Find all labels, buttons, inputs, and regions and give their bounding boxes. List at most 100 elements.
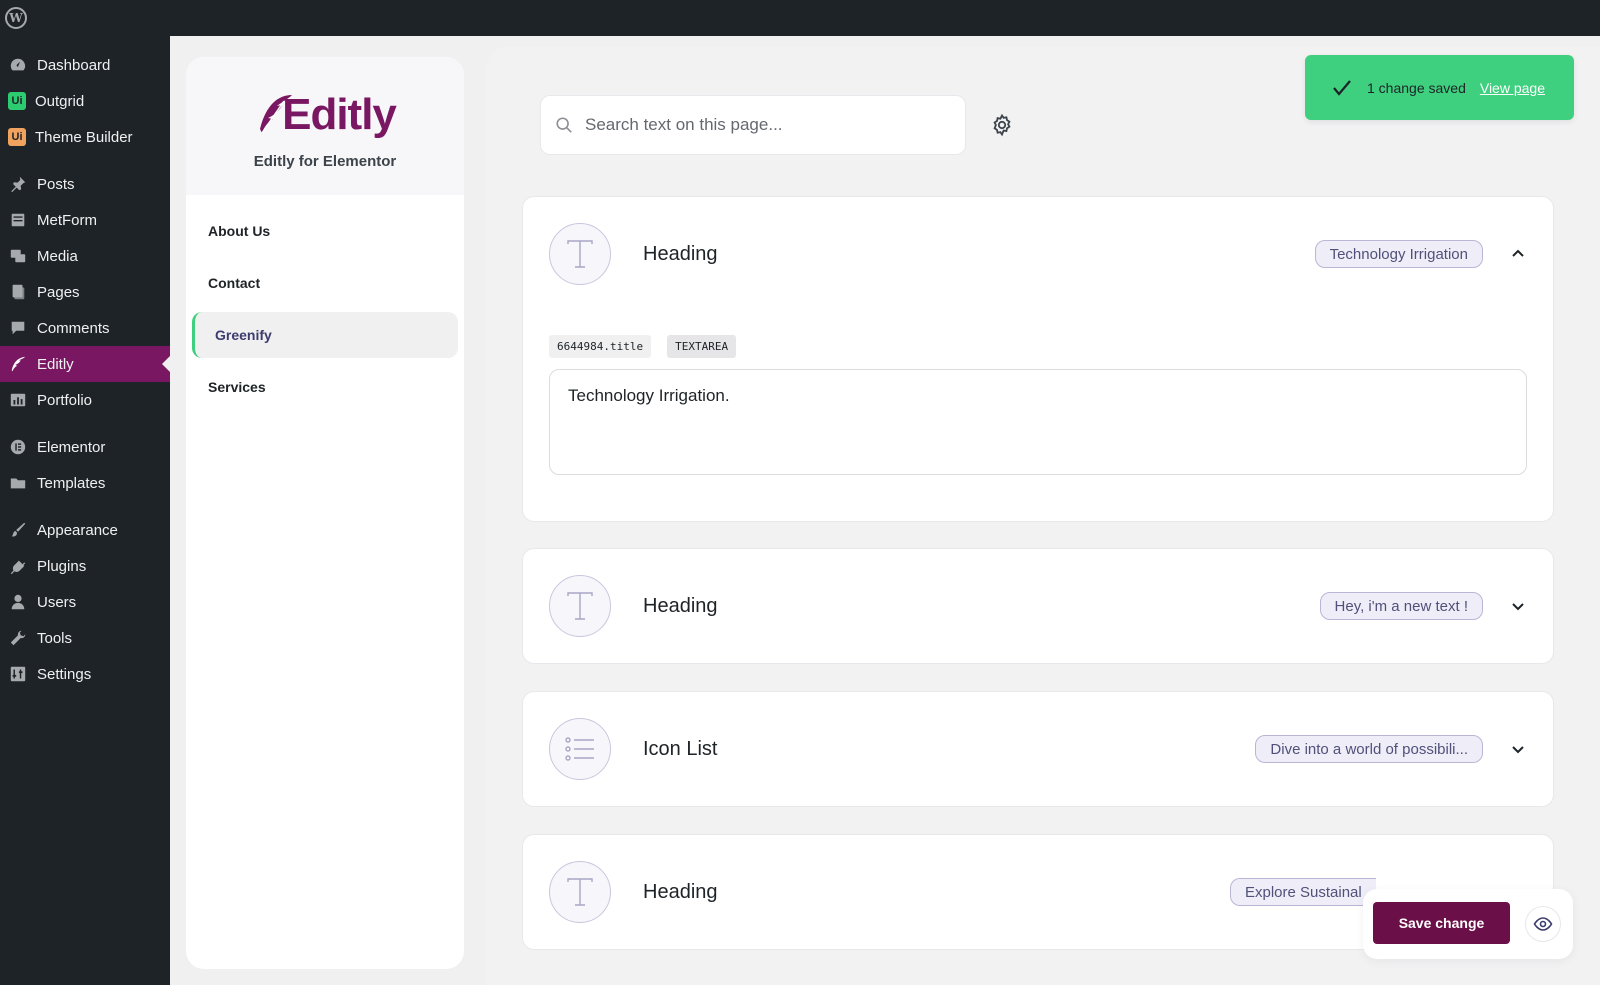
menu-label: Outgrid	[35, 92, 85, 110]
plug-icon	[8, 556, 28, 576]
menu-item-tools[interactable]: Tools	[0, 620, 170, 656]
portfolio-icon	[8, 390, 28, 410]
preview-pill: Explore Sustainal	[1230, 878, 1376, 906]
theme-builder-icon: Ui	[8, 128, 26, 146]
menu-item-elementor[interactable]: Elementor	[0, 429, 170, 465]
menu-item-users[interactable]: Users	[0, 584, 170, 620]
menu-item-comments[interactable]: Comments	[0, 310, 170, 346]
check-icon	[1333, 79, 1351, 96]
menu-label: MetForm	[37, 211, 97, 229]
card-title: Heading	[643, 243, 718, 265]
menu-label: Appearance	[37, 521, 118, 539]
menu-label: Plugins	[37, 557, 87, 575]
saved-toast: 1 change saved View page	[1305, 55, 1574, 120]
wordpress-logo-icon[interactable]: W	[5, 7, 27, 29]
settings-icon	[8, 664, 28, 684]
admin-sidebar: Dashboard Ui Outgrid Ui Theme Builder Po…	[0, 36, 170, 985]
field-meta: 6644984.title TEXTAREA	[549, 335, 752, 358]
content-wrap: Editly Editly for Elementor About Us Con…	[170, 36, 1600, 985]
user-icon	[8, 592, 28, 612]
menu-item-posts[interactable]: Posts	[0, 166, 170, 202]
menu-label: Comments	[37, 319, 110, 337]
widget-card-icon-list[interactable]: Icon List Dive into a world of possibili…	[522, 691, 1554, 807]
menu-label: Elementor	[37, 438, 106, 456]
search-icon	[556, 117, 572, 133]
menu-label: Posts	[37, 175, 75, 193]
eye-icon	[1533, 917, 1553, 931]
menu-label: Settings	[37, 665, 92, 683]
menu-label: Pages	[37, 283, 80, 301]
field-id-tag: 6644984.title	[549, 335, 652, 358]
menu-item-plugins[interactable]: Plugins	[0, 548, 170, 584]
preview-pill: Dive into a world of possibili...	[1255, 735, 1483, 763]
elementor-icon	[8, 437, 28, 457]
field-type-tag: TEXTAREA	[667, 335, 737, 358]
menu-item-appearance[interactable]: Appearance	[0, 512, 170, 548]
preview-pill: Hey, i'm a new text !	[1319, 592, 1483, 620]
preview-eye-button[interactable]	[1525, 906, 1561, 942]
menu-item-editly[interactable]: Editly	[0, 346, 170, 382]
widget-card-heading-1: Heading Technology Irrigation 6644984.ti…	[522, 196, 1554, 522]
menu-label: Users	[37, 593, 77, 611]
menu-label: Templates	[37, 474, 106, 492]
card-title: Icon List	[643, 738, 718, 760]
menu-label: Dashboard	[37, 56, 111, 74]
editor-main: 1 change saved View page Heading Technol…	[486, 47, 1600, 985]
card-title: Heading	[643, 881, 718, 903]
gear-icon[interactable]	[990, 113, 1014, 137]
save-change-button[interactable]: Save change	[1373, 902, 1510, 944]
brand-header: Editly Editly for Elementor	[186, 57, 464, 195]
menu-label: Editly	[37, 355, 74, 373]
wrench-icon	[8, 628, 28, 648]
outgrid-icon: Ui	[8, 92, 26, 110]
logo-text: Editly	[282, 90, 397, 139]
menu-label: Media	[37, 247, 78, 265]
heading-t-icon	[549, 575, 611, 637]
menu-item-dashboard[interactable]: Dashboard	[0, 47, 170, 83]
menu-item-media[interactable]: Media	[0, 238, 170, 274]
quill-icon	[8, 354, 28, 374]
brand-subtitle: Editly for Elementor	[253, 153, 397, 170]
pages-icon	[8, 282, 28, 302]
search-box	[540, 95, 966, 155]
editly-logo: Editly	[254, 85, 397, 139]
widget-card-heading-2[interactable]: Heading Hey, i'm a new text !	[522, 548, 1554, 664]
page-item-services[interactable]: Services	[186, 361, 464, 413]
menu-item-pages[interactable]: Pages	[0, 274, 170, 310]
page-item-about-us[interactable]: About Us	[186, 205, 464, 257]
menu-item-settings[interactable]: Settings	[0, 656, 170, 692]
dashboard-icon	[8, 55, 28, 75]
view-page-link[interactable]: View page	[1480, 80, 1545, 96]
page-list: About Us Contact Greenify Services	[186, 195, 464, 413]
toast-message: 1 change saved	[1367, 79, 1466, 96]
chevron-up-icon[interactable]	[1509, 245, 1527, 263]
heading-t-icon	[549, 861, 611, 923]
form-icon	[8, 210, 28, 230]
field-textarea[interactable]	[549, 369, 1527, 475]
media-icon	[8, 246, 28, 266]
menu-item-outgrid[interactable]: Ui Outgrid	[0, 83, 170, 119]
menu-item-portfolio[interactable]: Portfolio	[0, 382, 170, 418]
page-item-contact[interactable]: Contact	[186, 257, 464, 309]
menu-item-metform[interactable]: MetForm	[0, 202, 170, 238]
editly-sidebar: Editly Editly for Elementor About Us Con…	[186, 57, 464, 969]
list-icon	[549, 718, 611, 780]
comment-icon	[8, 318, 28, 338]
pin-icon	[8, 174, 28, 194]
menu-label: Tools	[37, 629, 73, 647]
chevron-down-icon[interactable]	[1509, 597, 1527, 615]
card-title: Heading	[643, 595, 718, 617]
admin-top-bar: W	[0, 0, 1600, 36]
menu-item-theme-builder[interactable]: Ui Theme Builder	[0, 119, 170, 155]
folder-icon	[8, 473, 28, 493]
save-bar: Save change	[1363, 889, 1573, 959]
search-input[interactable]	[585, 115, 945, 135]
brush-icon	[8, 520, 28, 540]
heading-t-icon	[549, 223, 611, 285]
menu-label: Portfolio	[37, 391, 93, 409]
menu-item-templates[interactable]: Templates	[0, 465, 170, 501]
menu-label: Theme Builder	[35, 128, 133, 146]
page-item-greenify[interactable]: Greenify	[192, 312, 458, 358]
preview-pill: Technology Irrigation	[1314, 240, 1483, 268]
chevron-down-icon[interactable]	[1509, 740, 1527, 758]
